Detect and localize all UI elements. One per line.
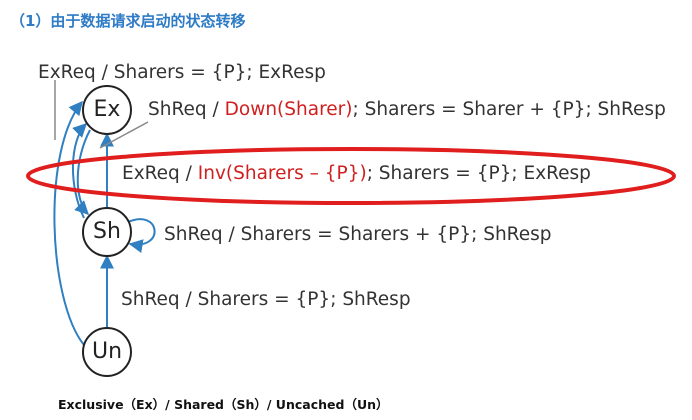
label-exreq-sh-part1: ExReq / — [122, 163, 198, 184]
label-shreq-ex-part2: ; Sharers = Sharer + {P}; ShResp — [352, 99, 666, 120]
label-exreq-sh-part2: ; Sharers = {P}; ExResp — [366, 163, 591, 184]
state-un-label: Un — [91, 339, 123, 364]
arrow-un-to-ex — [53, 100, 85, 346]
label-shreq-self: ShReq / Sharers = Sharers + {P}; ShResp — [164, 224, 552, 245]
label-exreq-sh-red: Inv(Sharers – {P}) — [197, 163, 367, 184]
state-sh-label: Sh — [93, 219, 121, 244]
state-ex-label: Ex — [93, 97, 121, 122]
label-shreq-ex: ShReq / Down(Sharer); Sharers = Sharer +… — [148, 99, 666, 120]
label-exreq-sh: ExReq / Inv(Sharers – {P}); Sharers = {P… — [122, 163, 591, 184]
label-exreq-top: ExReq / Sharers = {P}; ExResp — [38, 62, 326, 83]
arrow-sh-to-ex — [71, 123, 87, 219]
label-shreq-un: ShReq / Sharers = {P}; ShResp — [121, 289, 411, 310]
state-legend-caption: Exclusive（Ex）/ Shared（Sh）/ Uncached（Un） — [58, 397, 389, 412]
label-shreq-ex-red: Down(Sharer) — [224, 99, 353, 120]
arrow-ex-to-sh — [74, 129, 91, 215]
label-shreq-ex-part1: ShReq / — [148, 99, 225, 120]
